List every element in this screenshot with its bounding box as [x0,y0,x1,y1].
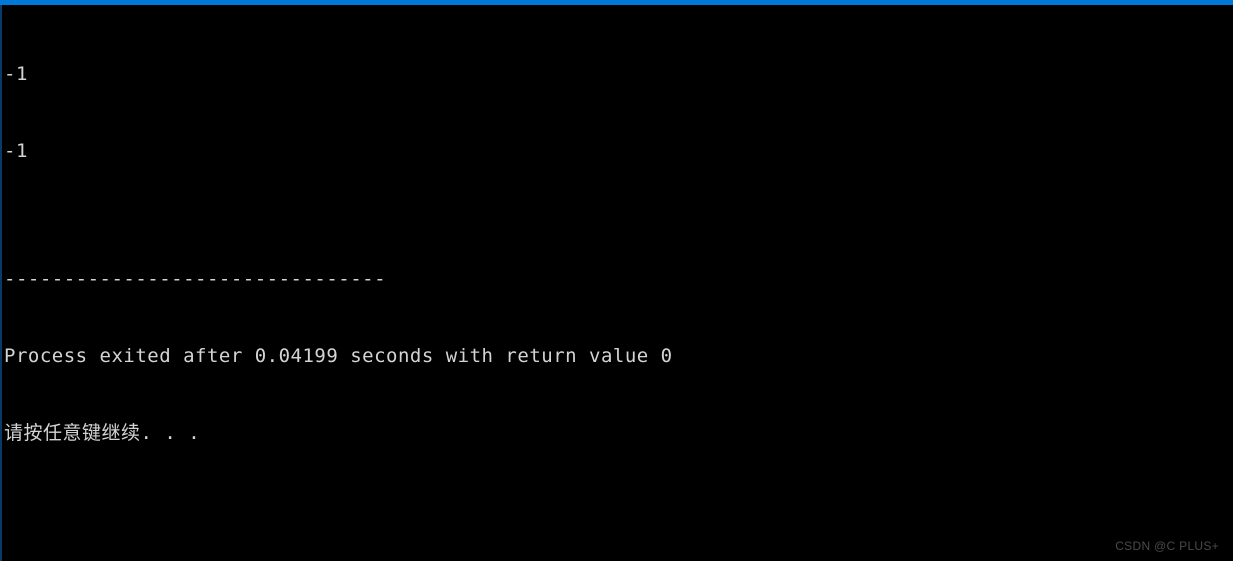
press-any-key-prompt: 请按任意键继续. . . [4,421,1233,447]
process-exit-message: Process exited after 0.04199 seconds wit… [4,344,1233,370]
output-line: -1 [4,62,1233,88]
window-left-border [0,5,2,561]
terminal-output[interactable]: -1 -1 -------------------------------- P… [0,5,1233,473]
output-separator-line: -------------------------------- [4,267,1233,293]
output-line: -1 [4,139,1233,165]
csdn-watermark: CSDN @C PLUS+ [1115,539,1219,553]
